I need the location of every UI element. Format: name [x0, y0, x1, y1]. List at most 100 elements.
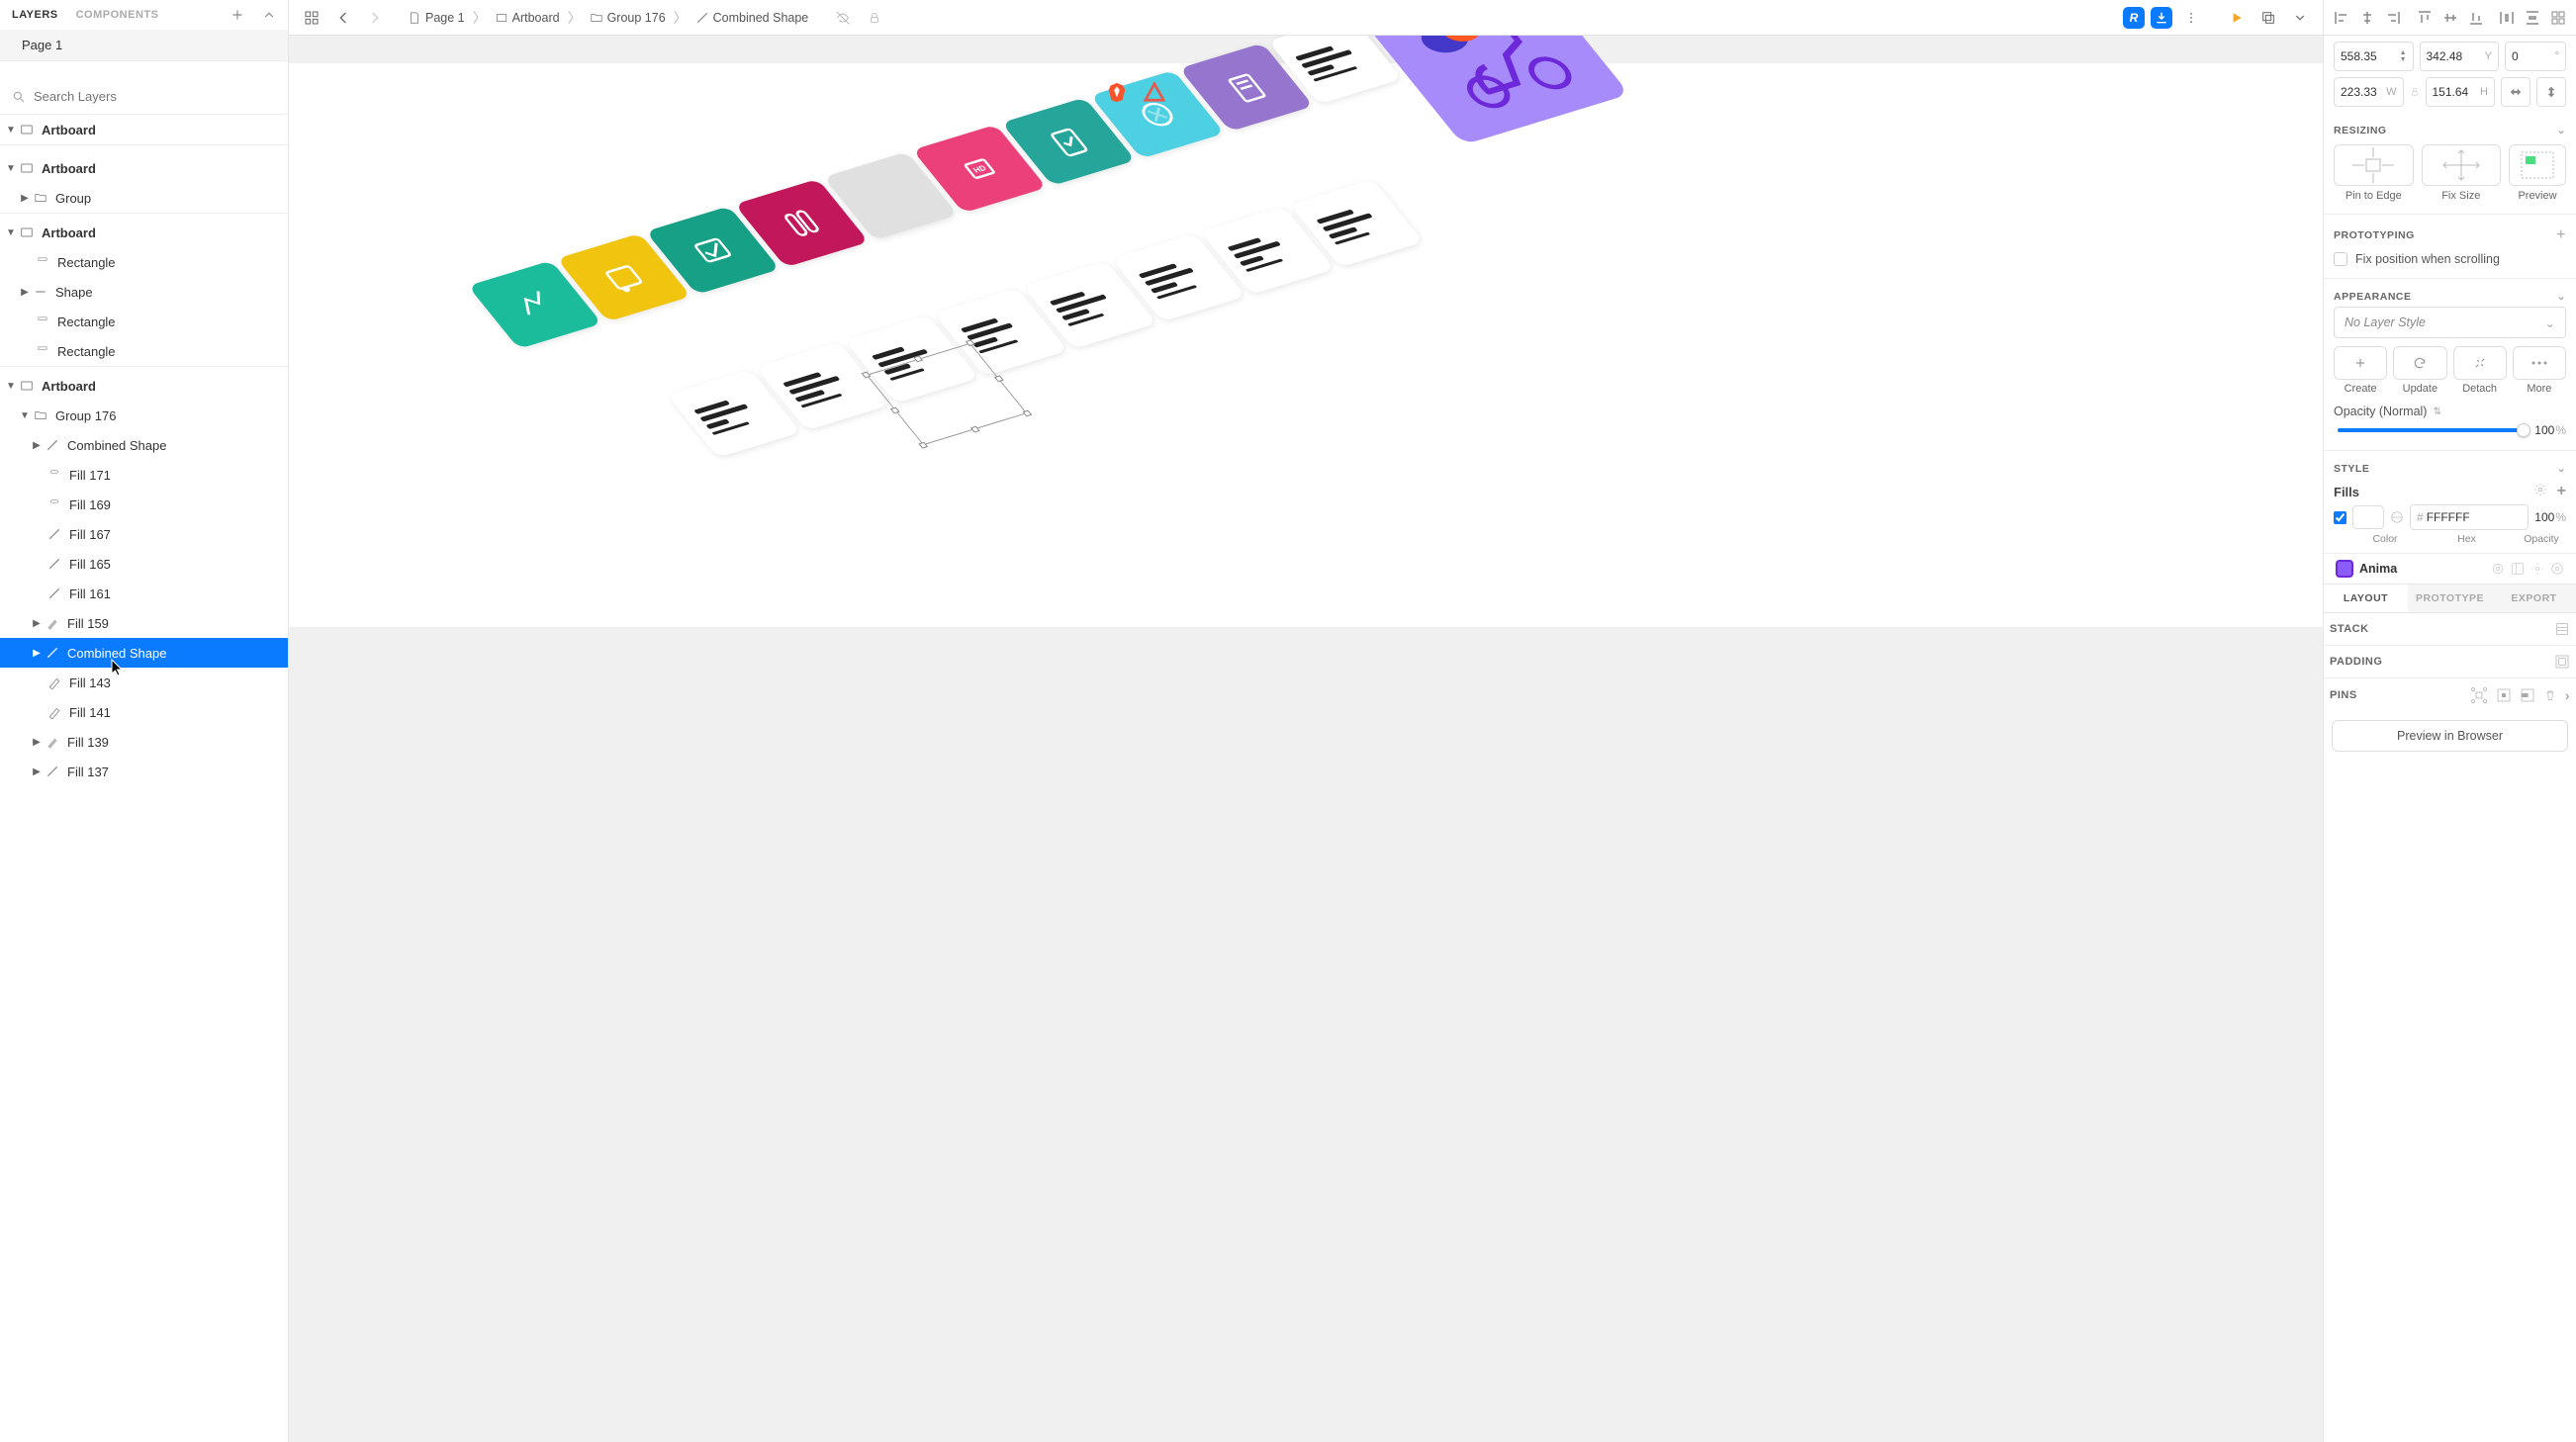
layer-fill[interactable]: ▶ Fill 139 [0, 727, 288, 757]
chevron-updown-icon[interactable]: ⇅ [2433, 406, 2440, 417]
layer-rectangle[interactable]: Rectangle [0, 307, 288, 336]
align-hcenter-icon[interactable] [2355, 6, 2379, 30]
layer-fill[interactable]: ▶ Fill 159 [0, 608, 288, 638]
distribute-h-icon[interactable] [2495, 6, 2519, 30]
nav-forward-icon[interactable] [362, 5, 388, 31]
input-x[interactable]: 558.35 ▲▼ [2334, 42, 2414, 71]
visibility-hidden-icon[interactable] [830, 5, 856, 31]
layer-rectangle[interactable]: Rectangle [0, 247, 288, 277]
layer-artboard[interactable]: ▼ Artboard [0, 153, 288, 183]
anima-tab-prototype[interactable]: PROTOTYPE [2408, 585, 2492, 612]
chevron-right-icon[interactable]: › [2565, 687, 2570, 703]
anima-settings-icon[interactable] [2530, 562, 2544, 576]
layer-fill[interactable]: Fill 169 [0, 490, 288, 519]
fills-settings-icon[interactable] [2533, 483, 2547, 500]
layer-fill[interactable]: Fill 143 [0, 668, 288, 697]
duplicate-icon[interactable] [2255, 5, 2281, 31]
fix-position-checkbox[interactable]: Fix position when scrolling [2334, 248, 2566, 270]
tab-components[interactable]: COMPONENTS [76, 9, 159, 21]
anima-help-icon[interactable] [2550, 562, 2564, 576]
anima-padding-row[interactable]: PADDING [2324, 646, 2576, 678]
lock-aspect-icon[interactable] [2410, 86, 2420, 98]
layer-combined-shape-selected[interactable]: ▶ Combined Shape [0, 638, 288, 668]
align-right-icon[interactable] [2381, 6, 2405, 30]
input-height[interactable]: 151.64 H [2426, 77, 2496, 107]
add-icon[interactable]: + [2556, 226, 2566, 244]
padding-icon[interactable] [2554, 654, 2570, 670]
disclose-icon[interactable]: ▶ [30, 440, 44, 451]
breadcrumb-page[interactable]: Page 1 [408, 11, 465, 25]
align-left-icon[interactable] [2330, 6, 2353, 30]
stack-icon[interactable] [2554, 621, 2570, 637]
fill-enabled-checkbox[interactable] [2334, 511, 2346, 524]
fill-type-icon[interactable] [2390, 510, 2404, 524]
more-style-button[interactable] [2513, 346, 2566, 380]
flip-horizontal-button[interactable] [2501, 77, 2530, 107]
anima-tab-layout[interactable]: LAYOUT [2324, 585, 2408, 612]
more-vertical-icon[interactable] [2178, 5, 2204, 31]
disclose-icon[interactable]: ▶ [30, 618, 44, 629]
nav-back-icon[interactable] [330, 5, 356, 31]
breadcrumb-artboard[interactable]: Artboard [495, 11, 560, 25]
disclose-icon[interactable]: ▶ [18, 287, 32, 298]
play-icon[interactable] [2224, 5, 2250, 31]
layer-fill[interactable]: Fill 141 [0, 697, 288, 727]
fill-hex-input[interactable]: # FFFFFF [2410, 504, 2529, 530]
lock-icon[interactable] [862, 5, 887, 31]
disclose-icon[interactable]: ▼ [4, 227, 18, 238]
disclose-icon[interactable]: ▶ [30, 766, 44, 777]
chevron-down-icon[interactable] [2287, 5, 2313, 31]
flip-vertical-button[interactable] [2536, 77, 2566, 107]
input-width[interactable]: 223.33 W [2334, 77, 2404, 107]
layer-artboard[interactable]: ▼ Artboard [0, 371, 288, 401]
add-page-icon[interactable] [230, 8, 244, 22]
anima-target-icon[interactable] [2491, 562, 2505, 576]
disclose-icon[interactable]: ▼ [4, 125, 18, 135]
layer-fill[interactable]: Fill 167 [0, 519, 288, 549]
search-layers[interactable] [0, 79, 288, 115]
fill-color-swatch[interactable] [2352, 505, 2384, 529]
breadcrumb-group[interactable]: Group 176 [590, 11, 666, 25]
plugin-badge-download[interactable] [2151, 7, 2172, 29]
chevron-down-icon[interactable]: ⌄ [2557, 125, 2566, 136]
plugin-badge-r[interactable]: R [2123, 7, 2145, 29]
chevron-down-icon[interactable]: ⌄ [2557, 463, 2566, 475]
search-input[interactable] [34, 89, 276, 104]
opacity-slider[interactable] [2338, 428, 2525, 432]
disclose-icon[interactable]: ▶ [30, 648, 44, 659]
disclose-icon[interactable]: ▼ [4, 163, 18, 174]
align-bottom-icon[interactable] [2464, 6, 2488, 30]
layer-shape[interactable]: ▶ Shape [0, 277, 288, 307]
opacity-control[interactable]: Opacity (Normal) ⇅ [2334, 405, 2566, 418]
align-top-icon[interactable] [2413, 6, 2437, 30]
anima-stack-row[interactable]: STACK [2324, 613, 2576, 646]
layer-rectangle[interactable]: Rectangle [0, 336, 288, 366]
layer-fill[interactable]: ▶ Fill 137 [0, 757, 288, 786]
align-vcenter-icon[interactable] [2438, 6, 2462, 30]
pin-to-edge-control[interactable] [2334, 144, 2414, 186]
pin-edge-icon[interactable] [2520, 687, 2535, 703]
disclose-icon[interactable]: ▶ [30, 737, 44, 748]
grid-view-icon[interactable] [299, 5, 324, 31]
delete-icon[interactable] [2543, 688, 2557, 702]
tidy-icon[interactable] [2546, 6, 2570, 30]
disclose-icon[interactable]: ▼ [4, 381, 18, 392]
anima-panel-icon[interactable] [2511, 562, 2525, 576]
layer-artboard[interactable]: ▼ Artboard [0, 218, 288, 247]
update-style-button[interactable] [2393, 346, 2446, 380]
layer-group-176[interactable]: ▼ Group 176 [0, 401, 288, 430]
tab-layers[interactable]: LAYERS [12, 9, 58, 21]
page-selector[interactable]: Page 1 [0, 30, 288, 61]
layer-artboard[interactable]: ▼ Artboard [0, 115, 288, 144]
pin-tl-icon[interactable] [2470, 686, 2488, 704]
anima-tab-export[interactable]: EXPORT [2492, 585, 2576, 612]
layer-fill[interactable]: Fill 161 [0, 579, 288, 608]
layer-fill[interactable]: Fill 165 [0, 549, 288, 579]
layer-group[interactable]: ▶ Group [0, 183, 288, 213]
anima-pins-row[interactable]: PINS › [2324, 678, 2576, 712]
resize-preview-control[interactable] [2509, 144, 2566, 186]
pin-center-icon[interactable] [2496, 687, 2512, 703]
layer-fill[interactable]: Fill 171 [0, 460, 288, 490]
input-rotation[interactable]: 0 ° [2505, 42, 2566, 71]
layers-tree[interactable]: ▼ Artboard ▼ Artboard ▶ Group ▼ Artboard… [0, 115, 288, 1442]
